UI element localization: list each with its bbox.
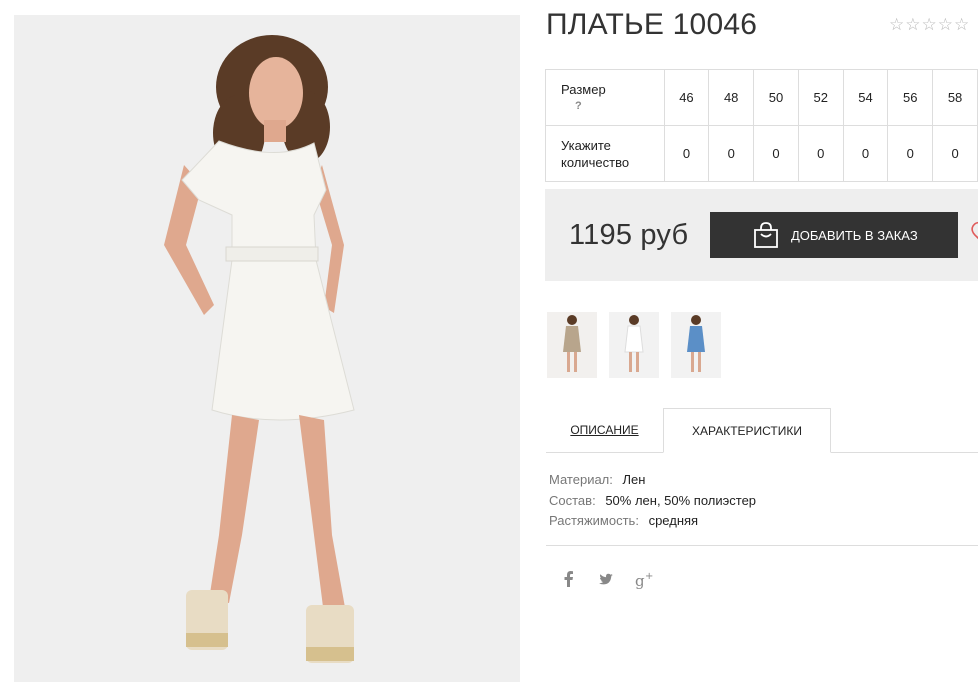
quantity-input-56[interactable]: 0 xyxy=(887,125,934,182)
thumbnail-blue-image xyxy=(671,312,721,378)
spec-key: Состав: xyxy=(549,492,596,508)
add-to-order-label: ДОБАВИТЬ В ЗАКАЗ xyxy=(791,227,918,243)
thumbnail-beige-image xyxy=(547,312,597,378)
google-plus-glyph: g + xyxy=(635,571,653,590)
size-label-cell: Размер ? xyxy=(545,69,665,126)
thumbnail-blue[interactable] xyxy=(671,312,721,378)
spec-key: Растяжимость: xyxy=(549,513,639,528)
product-title: ПЛАТЬЕ 10046 xyxy=(546,8,758,41)
size-54: 54 xyxy=(842,69,889,126)
quantity-label-line2: количество xyxy=(561,154,630,170)
spec-row-composition: Состав: 50% лен, 50% полиэстер xyxy=(549,491,756,512)
size-row: Размер ? 46 48 50 52 54 56 58 xyxy=(545,69,978,126)
twitter-icon[interactable] xyxy=(598,570,614,588)
model-photo xyxy=(14,15,520,682)
specs-list: Материал: Лен Состав: 50% лен, 50% полиэ… xyxy=(549,470,756,532)
spec-value: средняя xyxy=(648,513,699,528)
facebook-icon[interactable] xyxy=(563,570,575,588)
quantity-row: Укажите количество 0 0 0 0 0 0 0 xyxy=(545,125,978,182)
price: 1195 руб xyxy=(569,219,689,251)
quantity-input-52[interactable]: 0 xyxy=(797,125,844,182)
size-58: 58 xyxy=(932,69,978,126)
quantity-input-48[interactable]: 0 xyxy=(708,125,755,182)
tab-description[interactable]: ОПИСАНИЕ xyxy=(546,408,663,452)
size-label: Размер xyxy=(561,81,606,97)
size-48: 48 xyxy=(708,69,755,126)
thumbnail-beige[interactable] xyxy=(547,312,597,378)
rating-stars[interactable]: ☆☆☆☆☆ xyxy=(889,15,970,35)
size-56: 56 xyxy=(887,69,934,126)
spec-row-stretch: Растяжимость: средняя xyxy=(549,511,756,532)
svg-text:+: + xyxy=(645,571,653,582)
thumbnail-white-image xyxy=(609,312,659,378)
tab-characteristics[interactable]: ХАРАКТЕРИСТИКИ xyxy=(663,408,831,453)
shopping-bag-icon xyxy=(754,222,778,248)
size-table: Размер ? 46 48 50 52 54 56 58 Укажите ко… xyxy=(545,69,978,182)
size-help-icon[interactable]: ? xyxy=(575,98,664,115)
quantity-input-54[interactable]: 0 xyxy=(842,125,889,182)
size-46: 46 xyxy=(663,69,710,126)
spec-value: 50% лен, 50% полиэстер xyxy=(605,492,757,508)
quantity-label-line1: Укажите xyxy=(561,137,611,153)
google-plus-icon[interactable]: g + xyxy=(635,570,655,590)
svg-text:g: g xyxy=(635,572,645,590)
price-bar: 1195 руб ДОБАВИТЬ В ЗАКАЗ xyxy=(545,189,978,281)
quantity-input-50[interactable]: 0 xyxy=(753,125,799,182)
thumbnail-white[interactable] xyxy=(609,312,659,378)
spec-key: Материал: xyxy=(549,472,613,487)
spec-value: Лен xyxy=(622,472,646,487)
quantity-input-46[interactable]: 0 xyxy=(663,125,710,182)
size-52: 52 xyxy=(797,69,844,126)
heart-icon[interactable] xyxy=(969,221,978,245)
facebook-glyph xyxy=(564,571,573,587)
twitter-glyph xyxy=(599,573,613,585)
add-to-order-button[interactable]: ДОБАВИТЬ В ЗАКАЗ xyxy=(710,212,958,258)
quantity-label-cell: Укажите количество xyxy=(545,125,665,182)
product-main-image[interactable] xyxy=(14,15,520,682)
divider xyxy=(546,545,978,546)
product-tabs: ОПИСАНИЕ ХАРАКТЕРИСТИКИ xyxy=(546,408,978,453)
size-50: 50 xyxy=(753,69,799,126)
quantity-input-58[interactable]: 0 xyxy=(932,125,978,182)
spec-row-material: Материал: Лен xyxy=(549,470,756,491)
